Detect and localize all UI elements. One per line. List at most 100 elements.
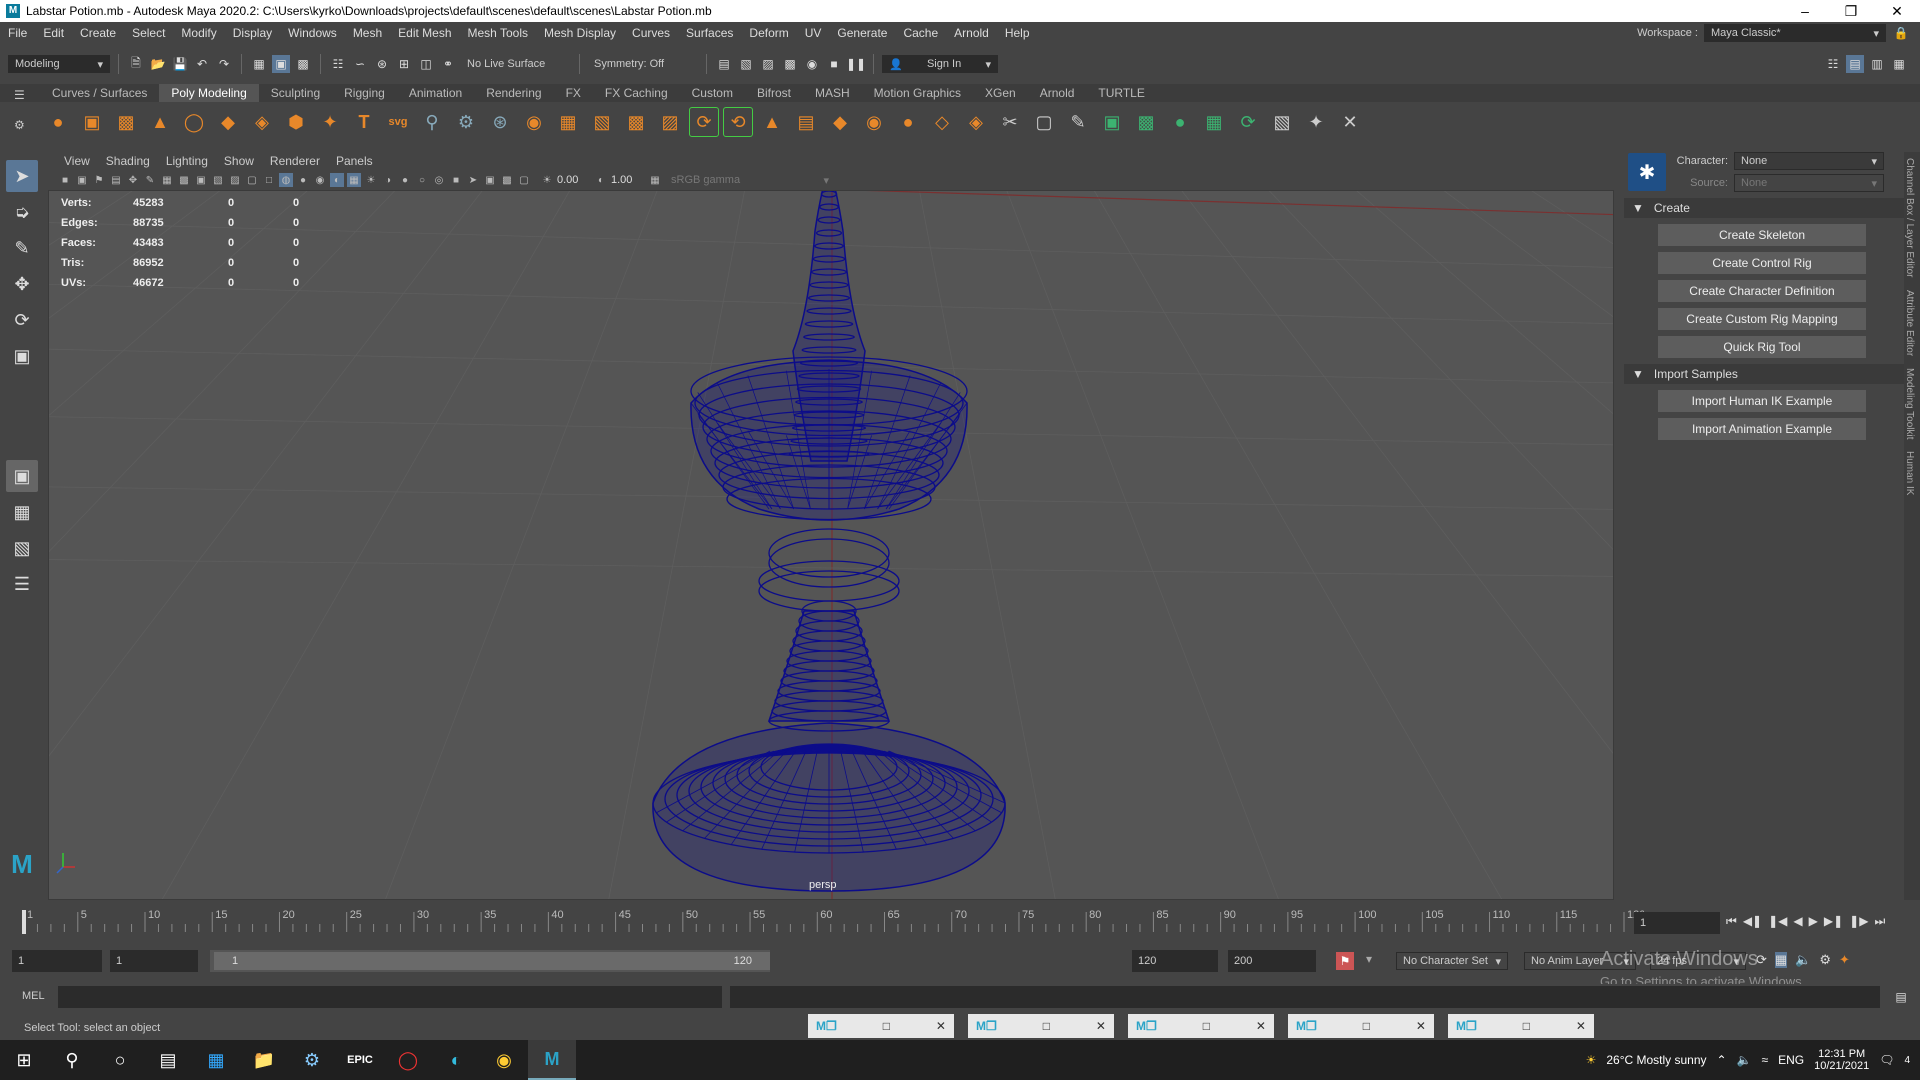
shelf-menu-icon[interactable]: ☰ bbox=[14, 88, 30, 102]
menu-mesh-tools[interactable]: Mesh Tools bbox=[460, 26, 536, 40]
shelf-tab-motion-graphics[interactable]: Motion Graphics bbox=[862, 84, 973, 102]
snap-point-icon[interactable]: ⊛ bbox=[373, 55, 391, 73]
poly-plane-icon[interactable]: ◆ bbox=[214, 108, 242, 136]
menu-create[interactable]: Create bbox=[72, 26, 124, 40]
menu-edit-mesh[interactable]: Edit Mesh bbox=[390, 26, 459, 40]
undo-icon[interactable]: ↶ bbox=[193, 55, 211, 73]
create-section-header[interactable]: ▼ Create bbox=[1624, 198, 1904, 218]
modeling-toolkit-toggle-icon[interactable]: ☷ bbox=[1824, 55, 1842, 73]
import-samples-section-header[interactable]: ▼ Import Samples bbox=[1624, 364, 1904, 384]
character-dropdown[interactable]: None ▾ bbox=[1734, 152, 1884, 170]
timeline-ruler[interactable]: 1 5 10 15 20 25 30 35 40 45 50 55 60 65 70 75 80 85 90 95 10… bbox=[14, 906, 1644, 940]
minimized-window[interactable]: M❐ □ ✕ bbox=[1448, 1014, 1594, 1038]
step-forward-key-icon[interactable]: ❚▶ bbox=[1849, 914, 1868, 929]
poly-sphere-icon[interactable]: ● bbox=[44, 108, 72, 136]
language-indicator[interactable]: ENG bbox=[1778, 1053, 1804, 1067]
range-handle[interactable]: 1 120 bbox=[214, 952, 770, 970]
shelf-tab-xgen[interactable]: XGen bbox=[973, 84, 1028, 102]
gamma-icon[interactable]: ◐ bbox=[594, 173, 608, 187]
outliner-layout-icon[interactable]: ☰ bbox=[6, 568, 38, 600]
hypershade-icon[interactable]: ◉ bbox=[803, 55, 821, 73]
poly-torus-icon[interactable]: ◯ bbox=[180, 108, 208, 136]
channel-box-toggle-icon[interactable]: ▦ bbox=[1890, 55, 1908, 73]
save-scene-icon[interactable]: 💾 bbox=[171, 55, 189, 73]
xray-components-icon[interactable]: ▢ bbox=[517, 173, 531, 187]
mail-app-icon[interactable]: ▦ bbox=[192, 1040, 240, 1080]
viewport-menu-view[interactable]: View bbox=[56, 154, 98, 168]
scale-tool-icon[interactable]: ▣ bbox=[6, 340, 38, 372]
sign-in-dropdown[interactable]: 👤 Sign In ▾ bbox=[882, 55, 998, 73]
minimize-button[interactable]: – bbox=[1782, 3, 1828, 20]
scene-start-field[interactable]: 1 bbox=[12, 950, 102, 972]
resolution-gate-icon[interactable]: ▣ bbox=[194, 173, 208, 187]
field-chart-icon[interactable]: ▨ bbox=[228, 173, 242, 187]
file-explorer-icon[interactable]: 📁 bbox=[240, 1040, 288, 1080]
bevel-icon[interactable]: ◆ bbox=[826, 108, 854, 136]
bridge-icon[interactable]: ▤ bbox=[792, 108, 820, 136]
shelf-tab-rigging[interactable]: Rigging bbox=[332, 84, 397, 102]
render-settings-icon[interactable]: ▩ bbox=[781, 55, 799, 73]
mirror-geometry-icon[interactable]: ▧ bbox=[588, 108, 616, 136]
viewport-scene[interactable] bbox=[49, 191, 1614, 900]
uv-cut-icon[interactable]: ✦ bbox=[1302, 108, 1330, 136]
two-view-layout-icon[interactable]: ▧ bbox=[6, 532, 38, 564]
connect-icon[interactable]: ✎ bbox=[1064, 108, 1092, 136]
perspective-viewport[interactable]: Verts: 45283 0 0 Edges: 88735 0 0 Faces: 43483 0 0 T… bbox=[48, 190, 1614, 900]
minimized-window[interactable]: M❐ □ ✕ bbox=[1288, 1014, 1434, 1038]
lock-icon[interactable]: 🔒 bbox=[1892, 24, 1910, 42]
render-current-icon[interactable]: ▤ bbox=[715, 55, 733, 73]
close-icon[interactable]: ✕ bbox=[1256, 1019, 1266, 1033]
bookmark-icon[interactable]: ⚑ bbox=[92, 173, 106, 187]
live-surface-field[interactable]: No Live Surface bbox=[461, 55, 571, 73]
snap-grid-icon[interactable]: ☷ bbox=[329, 55, 347, 73]
combine-icon[interactable]: ◉ bbox=[520, 108, 548, 136]
super-shape-icon[interactable]: ✦ bbox=[316, 108, 344, 136]
search-icon[interactable]: ⚲ bbox=[48, 1040, 96, 1080]
select-components-icon[interactable]: ▩ bbox=[294, 55, 312, 73]
shelf-tab-poly-modeling[interactable]: Poly Modeling bbox=[159, 84, 259, 102]
shelf-settings-icon[interactable]: ⚙ bbox=[14, 118, 30, 132]
shelf-tab-custom[interactable]: Custom bbox=[680, 84, 745, 102]
uv-layout-icon[interactable]: ▧ bbox=[1268, 108, 1296, 136]
side-tab-channel-box-layer-editor[interactable]: Channel Box / Layer Editor bbox=[1904, 152, 1915, 284]
close-icon[interactable]: ✕ bbox=[1096, 1019, 1106, 1033]
exposure-icon[interactable]: ☀ bbox=[540, 173, 554, 187]
menu-curves[interactable]: Curves bbox=[624, 26, 678, 40]
restore-icon[interactable]: □ bbox=[1043, 1019, 1050, 1033]
side-tab-human-ik[interactable]: Human IK bbox=[1904, 445, 1915, 501]
close-button[interactable]: ✕ bbox=[1874, 3, 1920, 20]
menu-file[interactable]: File bbox=[0, 26, 35, 40]
render-view-icon[interactable]: ▧ bbox=[737, 55, 755, 73]
move-tool-icon[interactable]: ✥ bbox=[6, 268, 38, 300]
side-tab-attribute-editor[interactable]: Attribute Editor bbox=[1904, 284, 1915, 362]
shelf-tab-bifrost[interactable]: Bifrost bbox=[745, 84, 803, 102]
depth-of-field-icon[interactable]: ■ bbox=[449, 173, 463, 187]
gate-mask-icon[interactable]: ▧ bbox=[211, 173, 225, 187]
viewport-menu-lighting[interactable]: Lighting bbox=[158, 154, 216, 168]
play-backward-icon[interactable]: ◀ bbox=[1793, 914, 1802, 929]
poly-cone-icon[interactable]: ▲ bbox=[146, 108, 174, 136]
create-character-definition-button[interactable]: Create Character Definition bbox=[1658, 280, 1866, 302]
weather-text[interactable]: 26°C Mostly sunny bbox=[1606, 1053, 1706, 1067]
go-to-end-icon[interactable]: ⏭ bbox=[1874, 914, 1885, 929]
restore-icon[interactable]: □ bbox=[1523, 1019, 1530, 1033]
preferences-icon[interactable]: ✦ bbox=[1839, 952, 1850, 968]
edge-icon[interactable]: ◐ bbox=[432, 1040, 480, 1080]
volume-icon[interactable]: 🔈 bbox=[1737, 1053, 1752, 1067]
import-animation-example-button[interactable]: Import Animation Example bbox=[1658, 418, 1866, 440]
exposure-value[interactable]: 0.00 bbox=[557, 174, 591, 186]
go-to-start-icon[interactable]: ⏮ bbox=[1726, 914, 1737, 929]
new-scene-icon[interactable]: 🗎 bbox=[127, 55, 145, 73]
shelf-tab-animation[interactable]: Animation bbox=[397, 84, 474, 102]
single-perspective-layout-icon[interactable]: ▣ bbox=[6, 460, 38, 492]
snap-curve-icon[interactable]: ∽ bbox=[351, 55, 369, 73]
network-icon[interactable]: ≈ bbox=[1762, 1053, 1769, 1067]
character-set-dropdown[interactable]: No Character Set ▾ bbox=[1396, 952, 1508, 970]
rotate-tool-icon[interactable]: ⟳ bbox=[6, 304, 38, 336]
windows-start-icon[interactable]: ⊞ bbox=[0, 1040, 48, 1080]
uv-automatic-icon[interactable]: ▦ bbox=[1200, 108, 1228, 136]
menu-help[interactable]: Help bbox=[997, 26, 1038, 40]
close-icon[interactable]: ✕ bbox=[1416, 1019, 1426, 1033]
open-scene-icon[interactable]: 📂 bbox=[149, 55, 167, 73]
safe-action-icon[interactable]: ▢ bbox=[245, 173, 259, 187]
